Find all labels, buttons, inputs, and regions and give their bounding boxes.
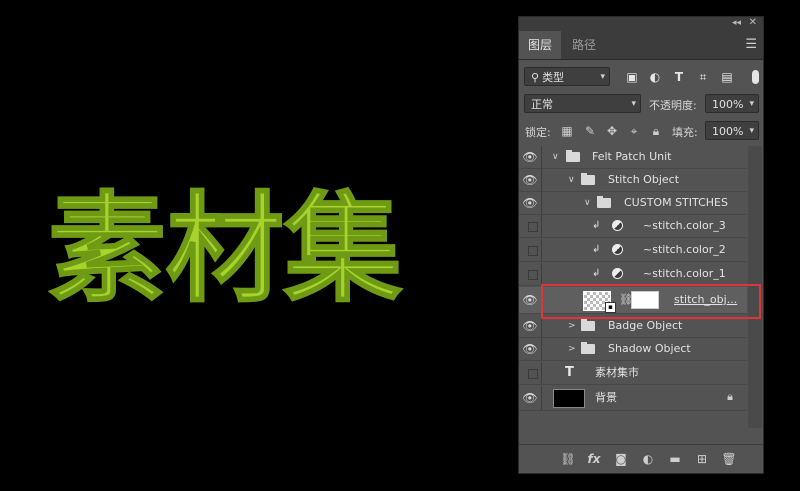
visibility-toggle[interactable] <box>519 215 542 237</box>
visibility-toggle[interactable] <box>519 263 542 285</box>
opacity-label: 不透明度: <box>649 99 697 112</box>
lock-transparent-pixels-icon[interactable]: ▦ <box>559 121 575 141</box>
image-filter-icon[interactable]: ▣ <box>623 67 641 87</box>
layer-row[interactable]: 👁︎ ∨ Felt Patch Unit <box>519 146 747 169</box>
new-group-icon[interactable]: ▬ <box>666 451 684 467</box>
lock-row: 锁定: ▦ ✎ ✥ ⌖ 🔒︎ 填充: 100% ▾ <box>519 121 763 141</box>
layer-name[interactable]: ~stitch.color_3 <box>643 215 726 237</box>
opacity-field[interactable]: 100% ▾ <box>705 94 759 113</box>
eye-icon[interactable]: 👁︎ <box>519 315 542 337</box>
layer-name[interactable]: Stitch Object <box>608 169 679 191</box>
tab-layers[interactable]: 图层 <box>519 31 562 59</box>
clipping-mask-icon: ↲ <box>592 220 601 231</box>
layer-name[interactable]: CUSTOM STITCHES <box>624 192 728 214</box>
new-adjustment-layer-icon[interactable]: ◐ <box>639 451 657 467</box>
fx-icon[interactable]: fx <box>585 451 603 467</box>
fill-value: 100% <box>712 125 744 138</box>
clipping-mask-icon: ↲ <box>592 268 601 279</box>
fill-field[interactable]: 100% ▾ <box>705 121 759 140</box>
eye-icon[interactable]: 👁︎ <box>519 287 542 313</box>
filter-toggle[interactable] <box>752 70 759 84</box>
collapse-icon[interactable]: ◂◂ <box>732 18 741 28</box>
layer-name[interactable]: 素材集市 <box>595 362 639 384</box>
folder-icon <box>597 196 611 208</box>
canvas-art-text: 素材集 <box>48 180 402 318</box>
eye-icon[interactable]: 👁︎ <box>519 192 542 214</box>
layer-row[interactable]: ↲ ~stitch.color_1 <box>519 263 747 286</box>
layer-name[interactable]: Felt Patch Unit <box>592 146 671 168</box>
text-layer-icon: T <box>565 365 574 380</box>
panel-tabs: 图层 路径 ☰ <box>519 31 763 60</box>
layer-row[interactable]: 👁︎ ∨ CUSTOM STITCHES <box>519 192 747 215</box>
layers-bottom-bar: ⛓︎ fx ◙ ◐ ▬ ⊞ 🗑︎ <box>519 444 763 473</box>
visibility-toggle[interactable] <box>519 239 542 261</box>
smart-object-filter-icon[interactable]: ▤ <box>718 67 736 87</box>
filter-row: ⚲ 类型 ▾ ▣ ◐ T ⌗ ▤ <box>519 67 763 87</box>
chevron-down-icon[interactable]: ∨ <box>568 169 575 191</box>
layer-row[interactable]: 👁︎ ∨ Stitch Object <box>519 169 747 192</box>
layer-name[interactable]: ~stitch.color_2 <box>643 239 726 261</box>
kind-filter-dropdown[interactable]: ⚲ 类型 ▾ <box>524 67 610 86</box>
layer-row[interactable]: ↲ ~stitch.color_2 <box>519 239 747 262</box>
chevron-down-icon: ▾ <box>631 99 636 109</box>
canvas-artwork: 素材集 <box>48 179 403 319</box>
panel-menu-icon[interactable]: ☰ <box>745 37 757 52</box>
eye-icon[interactable]: 👁︎ <box>519 146 542 168</box>
chevron-down-icon: ▾ <box>749 99 754 109</box>
adjustment-layer-icon <box>612 244 623 255</box>
layer-row[interactable]: 👁︎ > Shadow Object <box>519 338 747 361</box>
blend-row: 正常 ▾ 不透明度: 100% ▾ <box>519 94 763 114</box>
layer-name[interactable]: Shadow Object <box>608 338 691 360</box>
visibility-toggle[interactable] <box>519 362 542 384</box>
lock-position-icon[interactable]: ✥ <box>604 121 620 141</box>
selected-layer-highlight <box>541 284 761 319</box>
chevron-down-icon[interactable]: ∨ <box>552 146 559 168</box>
folder-icon <box>581 319 595 331</box>
link-layers-icon[interactable]: ⛓︎ <box>559 451 577 467</box>
layers-panel: ◂◂ ✕ 图层 路径 ☰ ⚲ 类型 ▾ ▣ ◐ T ⌗ ▤ 正常 ▾ 不透明度: … <box>518 16 764 474</box>
adjustment-layer-icon <box>612 220 623 231</box>
eye-icon[interactable]: 👁︎ <box>519 386 542 410</box>
folder-icon <box>566 150 580 162</box>
search-icon: ⚲ <box>531 71 540 84</box>
folder-icon <box>581 173 595 185</box>
shape-filter-icon[interactable]: ⌗ <box>694 67 712 87</box>
lock-all-icon[interactable]: 🔒︎ <box>648 121 664 141</box>
adjustment-filter-icon[interactable]: ◐ <box>646 67 664 87</box>
eye-icon[interactable]: 👁︎ <box>519 169 542 191</box>
lock-label: 锁定: <box>525 126 551 139</box>
lock-artboard-icon[interactable]: ⌖ <box>626 121 642 141</box>
layer-name[interactable]: ~stitch.color_1 <box>643 263 726 285</box>
close-icon[interactable]: ✕ <box>749 17 757 28</box>
folder-icon <box>581 342 595 354</box>
layer-row[interactable]: ↲ ~stitch.color_3 <box>519 215 747 238</box>
tab-paths[interactable]: 路径 <box>563 31 605 59</box>
blend-mode-dropdown[interactable]: 正常 ▾ <box>524 94 641 113</box>
panel-title-bar[interactable]: ◂◂ ✕ <box>519 17 763 31</box>
eye-icon[interactable]: 👁︎ <box>519 338 542 360</box>
add-mask-icon[interactable]: ◙ <box>612 451 630 467</box>
opacity-value: 100% <box>712 98 744 111</box>
clipping-mask-icon: ↲ <box>592 244 601 255</box>
kind-filter-label: 类型 <box>542 71 565 84</box>
new-layer-icon[interactable]: ⊞ <box>693 451 711 467</box>
layer-row[interactable]: 👁︎ 背景 🔒︎ <box>519 386 747 411</box>
layer-name[interactable]: 背景 <box>595 387 617 409</box>
chevron-right-icon[interactable]: > <box>568 338 576 360</box>
blend-mode-value: 正常 <box>531 98 553 111</box>
adjustment-layer-icon <box>612 268 623 279</box>
lock-image-pixels-icon[interactable]: ✎ <box>582 121 598 141</box>
layer-row[interactable]: T 素材集市 <box>519 362 747 385</box>
delete-layer-icon[interactable]: 🗑︎ <box>720 451 738 467</box>
chevron-down-icon[interactable]: ∨ <box>584 192 591 214</box>
chevron-down-icon: ▾ <box>600 72 605 82</box>
lock-icon: 🔒︎ <box>727 390 733 403</box>
type-filter-icon[interactable]: T <box>670 67 688 87</box>
chevron-down-icon: ▾ <box>749 126 754 136</box>
background-thumbnail[interactable] <box>553 389 585 408</box>
fill-label: 填充: <box>672 126 698 139</box>
